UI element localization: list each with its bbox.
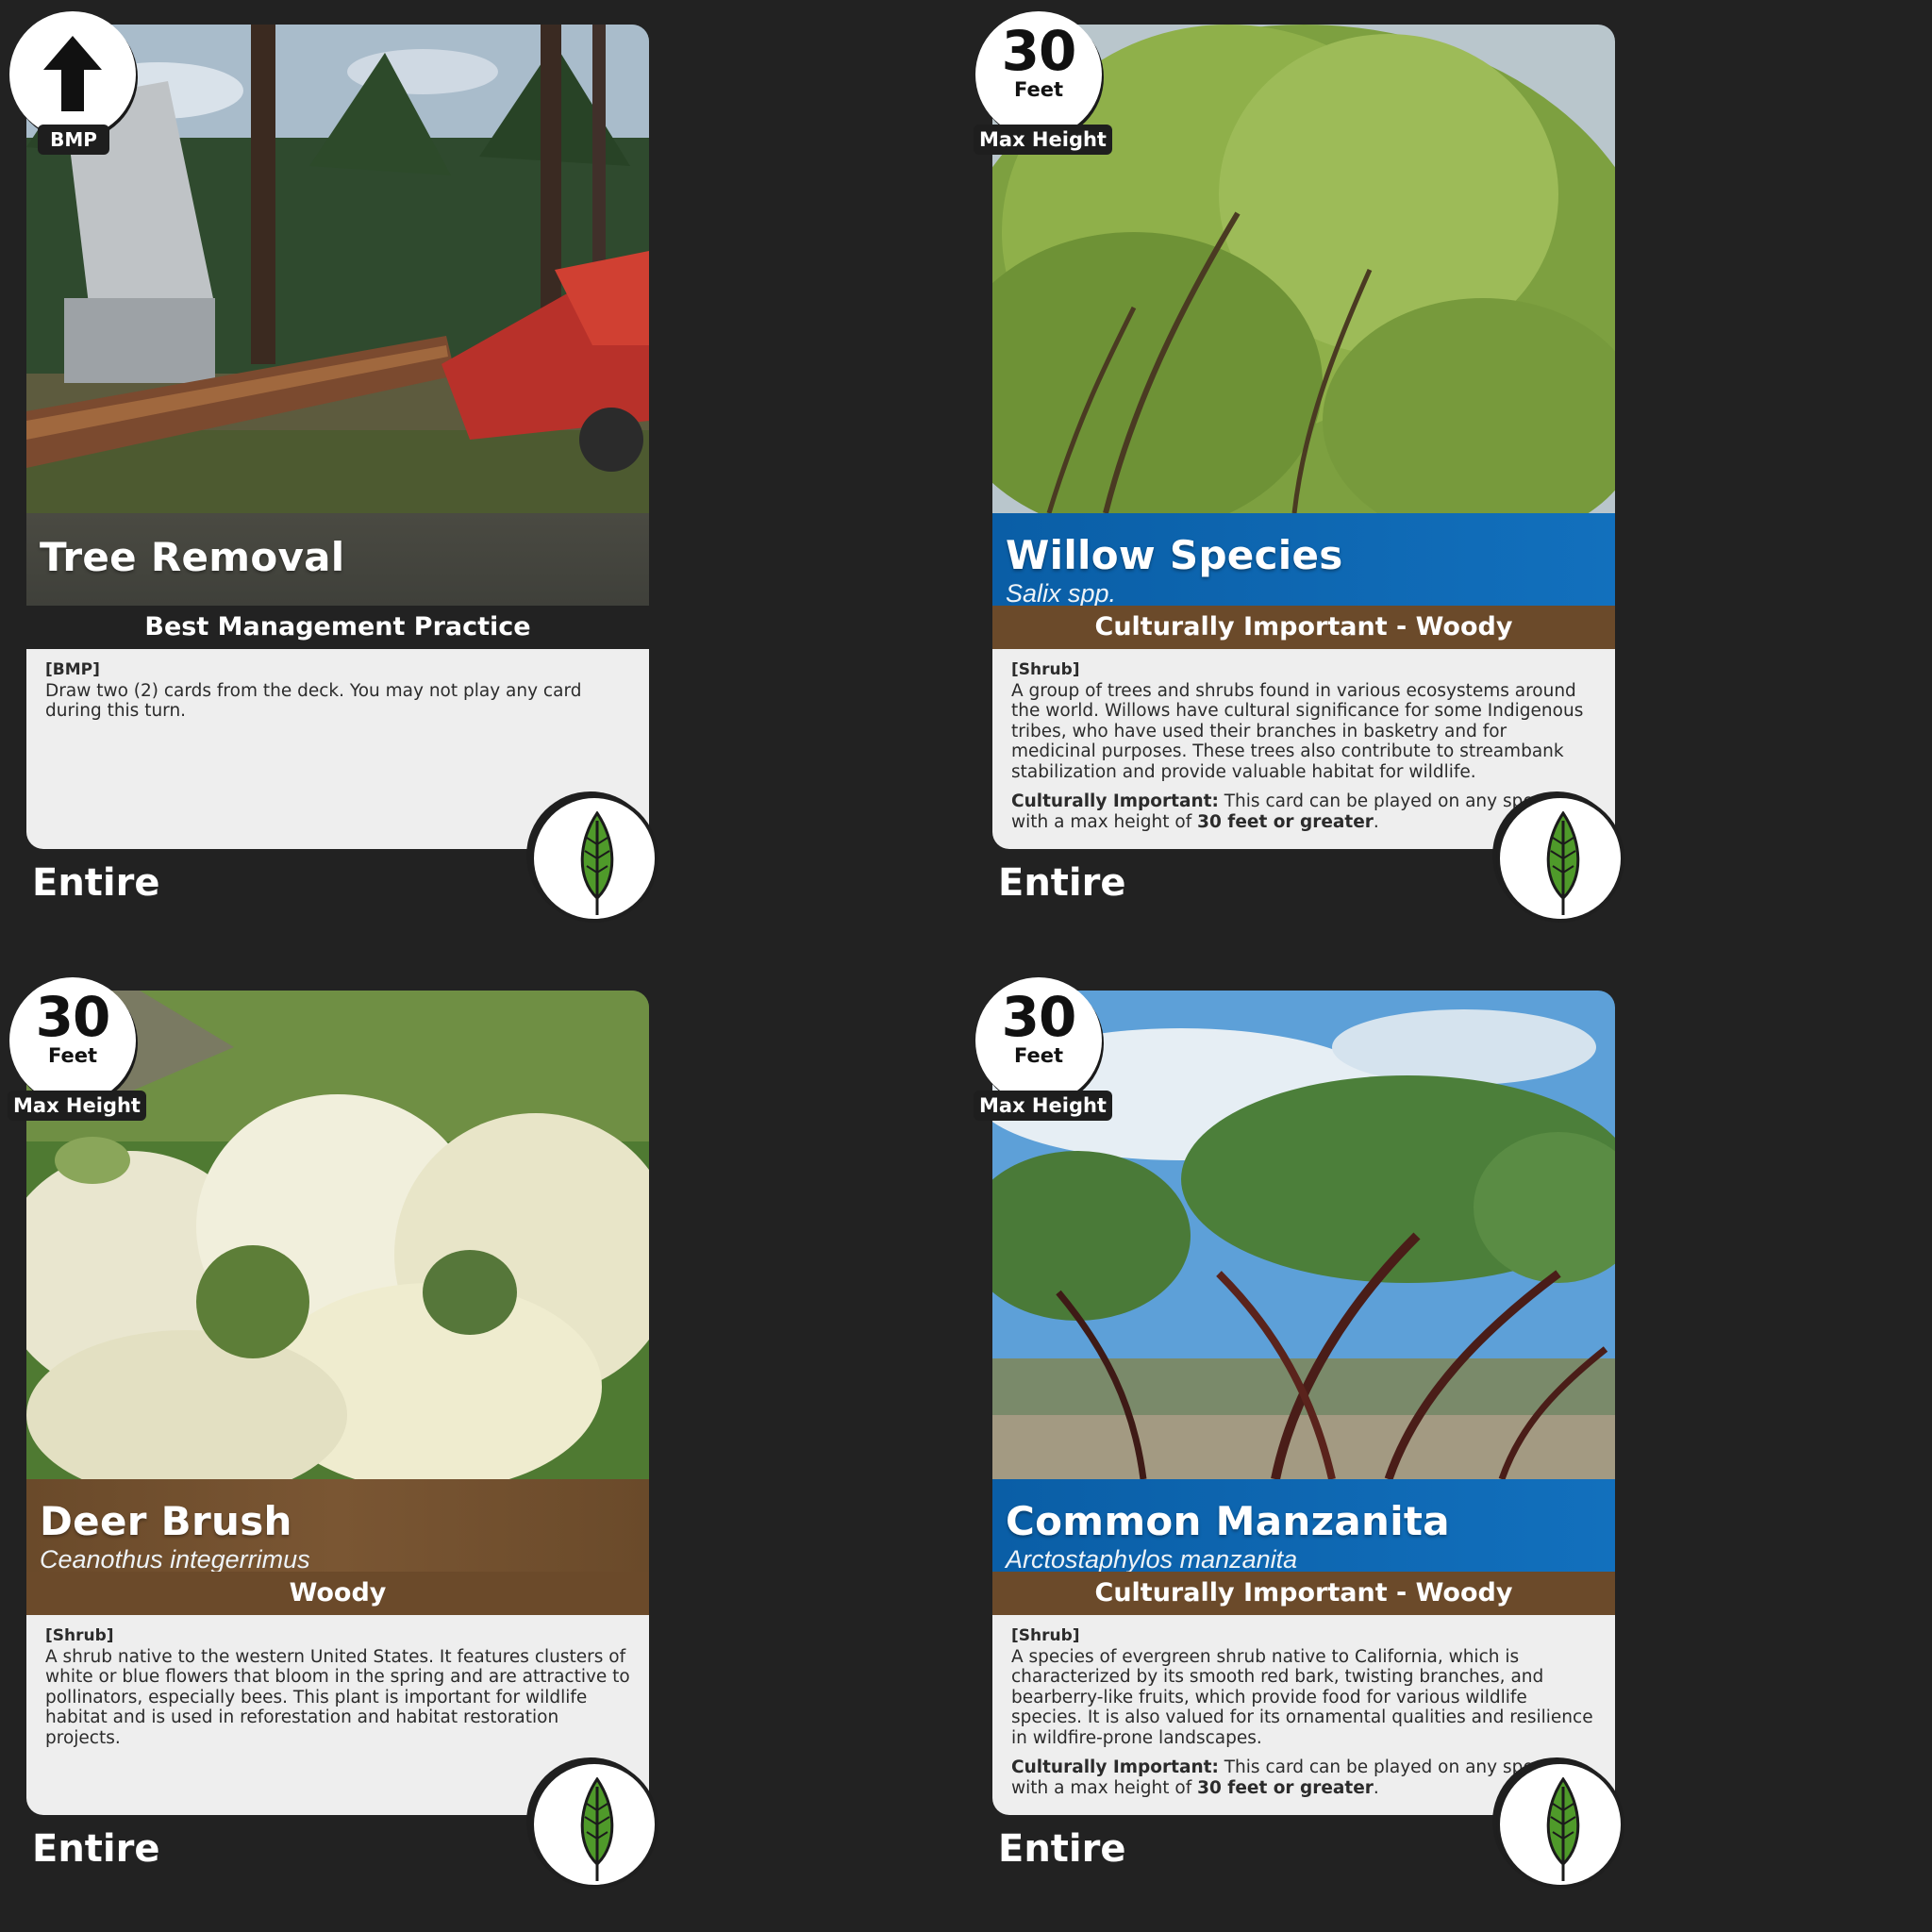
max-height-value: 30 [35, 985, 111, 1049]
card-type-tag: [Shrub] [45, 1626, 114, 1645]
leaf-icon [1546, 811, 1580, 915]
card-scientific-name: Salix spp. [1006, 579, 1117, 608]
card-description: A shrub native to the western United Sta… [45, 1646, 630, 1748]
card-category: Culturally Important - Woody [992, 606, 1615, 649]
note-emphasis: 30 feet or greater [1197, 1777, 1374, 1798]
card-scientific-name: Ceanothus integerrimus [40, 1545, 310, 1574]
card-common-manzanita[interactable]: Common Manzanita Arctostaphylos manzanit… [966, 966, 1645, 1909]
max-height-value: 30 [1001, 985, 1077, 1049]
card-title: Common Manzanita [1006, 1498, 1450, 1544]
card-scientific-name: Arctostaphylos manzanita [1006, 1545, 1298, 1574]
badge-label: Max Height [974, 125, 1112, 155]
card-tree-removal[interactable]: Tree Removal Best Management Practice [B… [0, 0, 679, 943]
max-height-badge: 30 Feet [9, 977, 136, 1104]
max-height-unit: Feet [47, 1044, 98, 1067]
card-title: Tree Removal [40, 534, 345, 580]
card-category: Woody [26, 1572, 649, 1615]
badge-label: Max Height [8, 1091, 146, 1121]
card-description: Draw two (2) cards from the deck. You ma… [45, 680, 582, 722]
leaf-badge [530, 1760, 658, 1889]
card-type-tag: [BMP] [45, 660, 100, 679]
note-end: . [1373, 1777, 1379, 1798]
card-title-band: Tree Removal [26, 513, 649, 606]
card-title-band: Common Manzanita Arctostaphylos manzanit… [992, 1479, 1615, 1574]
leaf-icon [580, 811, 614, 915]
leaf-icon [1546, 1777, 1580, 1881]
max-height-badge: 30 Feet [975, 977, 1102, 1104]
card-willow-species[interactable]: Willow Species Salix spp. Culturally Imp… [966, 0, 1645, 943]
max-height-value: 30 [1001, 19, 1077, 83]
up-arrow-icon [43, 36, 102, 111]
card-title-band: Deer Brush Ceanothus integerrimus [26, 1479, 649, 1574]
leaf-badge [1496, 1760, 1624, 1889]
card-description: A species of evergreen shrub native to C… [1011, 1646, 1593, 1748]
card-description: A group of trees and shrubs found in var… [1011, 680, 1584, 782]
card-size-label: Entire [32, 861, 160, 905]
note-end: . [1373, 811, 1379, 832]
badge-label: Max Height [974, 1091, 1112, 1121]
note-lead: Culturally Important: [1011, 791, 1219, 811]
card-type-tag: [Shrub] [1011, 660, 1080, 679]
badge-label: BMP [38, 125, 109, 155]
note-emphasis: 30 feet or greater [1197, 811, 1374, 832]
leaf-badge [530, 794, 658, 923]
max-height-unit: Feet [1013, 78, 1064, 101]
max-height-unit: Feet [1013, 1044, 1064, 1067]
card-size-label: Entire [998, 861, 1126, 905]
card-deer-brush[interactable]: Deer Brush Ceanothus integerrimus Woody … [0, 966, 679, 1909]
card-title-band: Willow Species Salix spp. [992, 513, 1615, 608]
leaf-badge [1496, 794, 1624, 923]
card-title: Willow Species [1006, 532, 1343, 578]
card-size-label: Entire [32, 1827, 160, 1871]
bmp-badge [9, 11, 136, 138]
note-lead: Culturally Important: [1011, 1757, 1219, 1777]
card-category: Best Management Practice [26, 606, 649, 649]
leaf-icon [580, 1777, 614, 1881]
card-size-label: Entire [998, 1827, 1126, 1871]
card-category: Culturally Important - Woody [992, 1572, 1615, 1615]
card-title: Deer Brush [40, 1498, 292, 1544]
card-type-tag: [Shrub] [1011, 1626, 1080, 1645]
max-height-badge: 30 Feet [975, 11, 1102, 138]
